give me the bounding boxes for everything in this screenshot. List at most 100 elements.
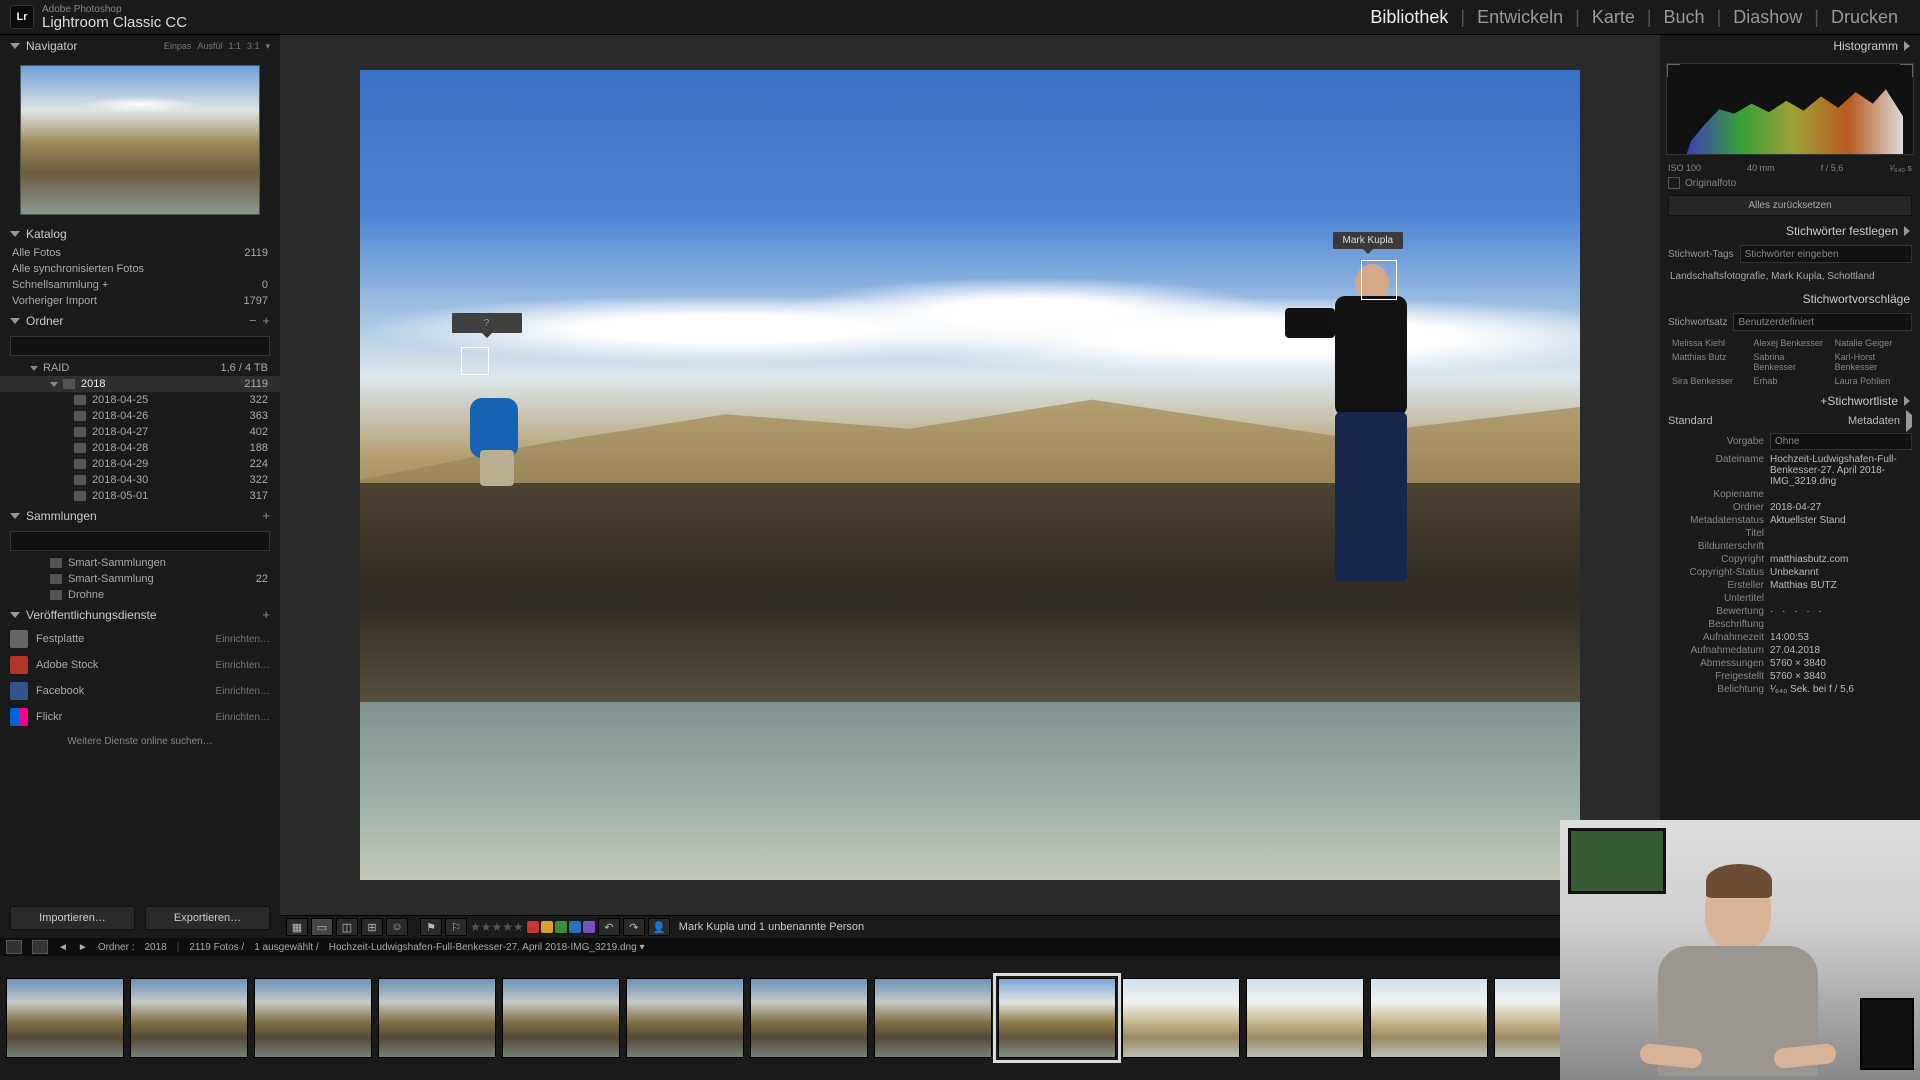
histogram[interactable] bbox=[1666, 63, 1914, 155]
main-photo[interactable]: ? Mark Kupla bbox=[360, 70, 1580, 880]
sammlungen-header[interactable]: Sammlungen + bbox=[0, 504, 280, 527]
ordner-add-remove[interactable]: −+ bbox=[249, 313, 270, 328]
ordner-header[interactable]: Ordner −+ bbox=[0, 309, 280, 332]
face-tag-named[interactable]: Mark Kupla bbox=[1333, 232, 1404, 249]
module-drucken[interactable]: Drucken bbox=[1819, 7, 1910, 28]
color-labels[interactable] bbox=[527, 921, 595, 933]
publish-service[interactable]: FacebookEinrichten… bbox=[0, 678, 280, 704]
publish-service[interactable]: FlickrEinrichten… bbox=[0, 704, 280, 730]
collection-item[interactable]: Drohne bbox=[0, 587, 280, 603]
film-thumb[interactable] bbox=[378, 978, 496, 1058]
flag-reject-button[interactable]: ⚐ bbox=[445, 918, 467, 936]
keyword-input[interactable]: Stichwörter eingeben bbox=[1740, 245, 1912, 263]
publish-add[interactable]: + bbox=[262, 607, 270, 622]
module-diashow[interactable]: Diashow bbox=[1721, 7, 1814, 28]
film-thumb[interactable] bbox=[750, 978, 868, 1058]
rotate-right-button[interactable]: ↷ bbox=[623, 918, 645, 936]
navigator-options[interactable]: EinpasAusfül1:13:1▾ bbox=[164, 41, 270, 52]
folder-year[interactable]: 20182119 bbox=[0, 376, 280, 392]
applied-keywords[interactable]: Landschaftsfotografie, Mark Kupla, Schot… bbox=[1670, 270, 1910, 284]
reset-all-button[interactable]: Alles zurücksetzen bbox=[1668, 195, 1912, 216]
photo-count: 2119 Fotos / bbox=[189, 942, 244, 953]
current-file[interactable]: Hochzeit-Ludwigshafen-Full-Benkesser-27.… bbox=[329, 942, 645, 953]
publish-service[interactable]: FestplatteEinrichten… bbox=[0, 626, 280, 652]
film-thumb[interactable] bbox=[6, 978, 124, 1058]
original-checkbox[interactable]: Originalfoto bbox=[1660, 175, 1920, 191]
publish-service[interactable]: Adobe StockEinrichten… bbox=[0, 652, 280, 678]
export-button[interactable]: Exportieren… bbox=[145, 906, 270, 930]
keywords-header[interactable]: Stichwörter festlegen bbox=[1660, 220, 1920, 242]
view-people-button[interactable]: ☺ bbox=[386, 918, 408, 936]
keyword-suggestion[interactable]: Karl-Horst Benkesser bbox=[1831, 350, 1912, 374]
collection-search-input[interactable] bbox=[10, 531, 270, 551]
module-entwickeln[interactable]: Entwickeln bbox=[1465, 7, 1575, 28]
collection-item[interactable]: Smart-Sammlung22 bbox=[0, 571, 280, 587]
people-button[interactable]: 👤 bbox=[648, 918, 670, 936]
import-button[interactable]: Importieren… bbox=[10, 906, 135, 930]
folder-date[interactable]: 2018-04-30322 bbox=[0, 472, 280, 488]
module-karte[interactable]: Karte bbox=[1580, 7, 1647, 28]
keyword-suggestions-header[interactable]: Stichwortvorschläge bbox=[1660, 288, 1920, 310]
film-thumb[interactable] bbox=[1246, 978, 1364, 1058]
keyword-suggestion[interactable]: Melissa Kiehl bbox=[1668, 336, 1749, 350]
preset-select[interactable]: Ohne bbox=[1770, 433, 1912, 450]
film-thumb[interactable] bbox=[626, 978, 744, 1058]
face-tag-unnamed[interactable]: ? bbox=[452, 313, 522, 333]
film-thumb[interactable] bbox=[874, 978, 992, 1058]
drive-row[interactable]: RAID1,6 / 4 TB bbox=[0, 360, 280, 376]
view-grid-button[interactable]: ▦ bbox=[286, 918, 308, 936]
film-thumb[interactable] bbox=[1370, 978, 1488, 1058]
view-survey-button[interactable]: ⊞ bbox=[361, 918, 383, 936]
keyword-set-select[interactable]: Benutzerdefiniert bbox=[1733, 313, 1912, 331]
keyword-suggestion[interactable]: Sira Benkesser bbox=[1668, 374, 1749, 388]
grid-small-icon[interactable] bbox=[32, 940, 48, 954]
katalog-item[interactable]: Vorheriger Import1797 bbox=[0, 293, 280, 309]
film-thumb[interactable] bbox=[1122, 978, 1240, 1058]
film-thumb[interactable] bbox=[502, 978, 620, 1058]
keyword-suggestion[interactable]: Matthias Butz bbox=[1668, 350, 1749, 374]
folder-date[interactable]: 2018-05-01317 bbox=[0, 488, 280, 504]
keyword-suggestion[interactable]: Laura Pohlien bbox=[1831, 374, 1912, 388]
second-window-icon[interactable] bbox=[6, 940, 22, 954]
keyword-suggestion[interactable]: Erhab bbox=[1749, 374, 1830, 388]
chevron-down-icon bbox=[50, 382, 58, 387]
keyword-suggestion[interactable]: Sabrina Benkesser bbox=[1749, 350, 1830, 374]
view-compare-button[interactable]: ◫ bbox=[336, 918, 358, 936]
module-bibliothek[interactable]: Bibliothek bbox=[1358, 7, 1460, 28]
katalog-item[interactable]: Alle Fotos2119 bbox=[0, 245, 280, 261]
keyword-input-row: Stichwort-Tags Stichwörter eingeben bbox=[1668, 245, 1912, 263]
meta-row: Ordner2018-04-27 bbox=[1660, 501, 1920, 514]
film-thumb[interactable] bbox=[130, 978, 248, 1058]
katalog-header[interactable]: Katalog bbox=[0, 223, 280, 245]
keyword-suggestion[interactable]: Alexej Benkesser bbox=[1749, 336, 1830, 350]
rating-stars[interactable]: ★★★★★ bbox=[470, 920, 524, 934]
loupe-view[interactable]: ? Mark Kupla bbox=[280, 35, 1660, 915]
keyword-suggestion[interactable]: Natalie Geiger bbox=[1831, 336, 1912, 350]
breadcrumb-folder[interactable]: 2018 bbox=[145, 942, 167, 953]
rotate-left-button[interactable]: ↶ bbox=[598, 918, 620, 936]
navigator-header[interactable]: Navigator EinpasAusfül1:13:1▾ bbox=[0, 35, 280, 57]
folder-date[interactable]: 2018-04-25322 bbox=[0, 392, 280, 408]
film-thumb[interactable] bbox=[254, 978, 372, 1058]
find-services-online[interactable]: Weitere Dienste online suchen… bbox=[0, 730, 280, 753]
katalog-item[interactable]: Alle synchronisierten Fotos bbox=[0, 261, 280, 277]
folder-date[interactable]: 2018-04-28188 bbox=[0, 440, 280, 456]
view-loupe-button[interactable]: ▭ bbox=[311, 918, 333, 936]
folder-search-input[interactable] bbox=[10, 336, 270, 356]
collection-item[interactable]: Smart-Sammlungen bbox=[0, 555, 280, 571]
sammlungen-add[interactable]: + bbox=[262, 508, 270, 523]
nav-fwd-icon[interactable]: ► bbox=[78, 942, 88, 953]
flag-pick-button[interactable]: ⚑ bbox=[420, 918, 442, 936]
module-buch[interactable]: Buch bbox=[1652, 7, 1717, 28]
nav-back-icon[interactable]: ◄ bbox=[58, 942, 68, 953]
folder-date[interactable]: 2018-04-29224 bbox=[0, 456, 280, 472]
histogram-header[interactable]: Histogramm bbox=[1660, 35, 1920, 57]
navigator-preview[interactable] bbox=[20, 65, 260, 215]
keyword-list-header[interactable]: + Stichwortliste bbox=[1660, 390, 1920, 412]
folder-date[interactable]: 2018-04-27402 bbox=[0, 424, 280, 440]
folder-date[interactable]: 2018-04-26363 bbox=[0, 408, 280, 424]
publish-header[interactable]: Veröffentlichungsdienste + bbox=[0, 603, 280, 626]
metadata-header[interactable]: Standard Metadaten bbox=[1660, 412, 1920, 430]
katalog-item[interactable]: Schnellsammlung +0 bbox=[0, 277, 280, 293]
film-thumb-selected[interactable] bbox=[998, 978, 1116, 1058]
